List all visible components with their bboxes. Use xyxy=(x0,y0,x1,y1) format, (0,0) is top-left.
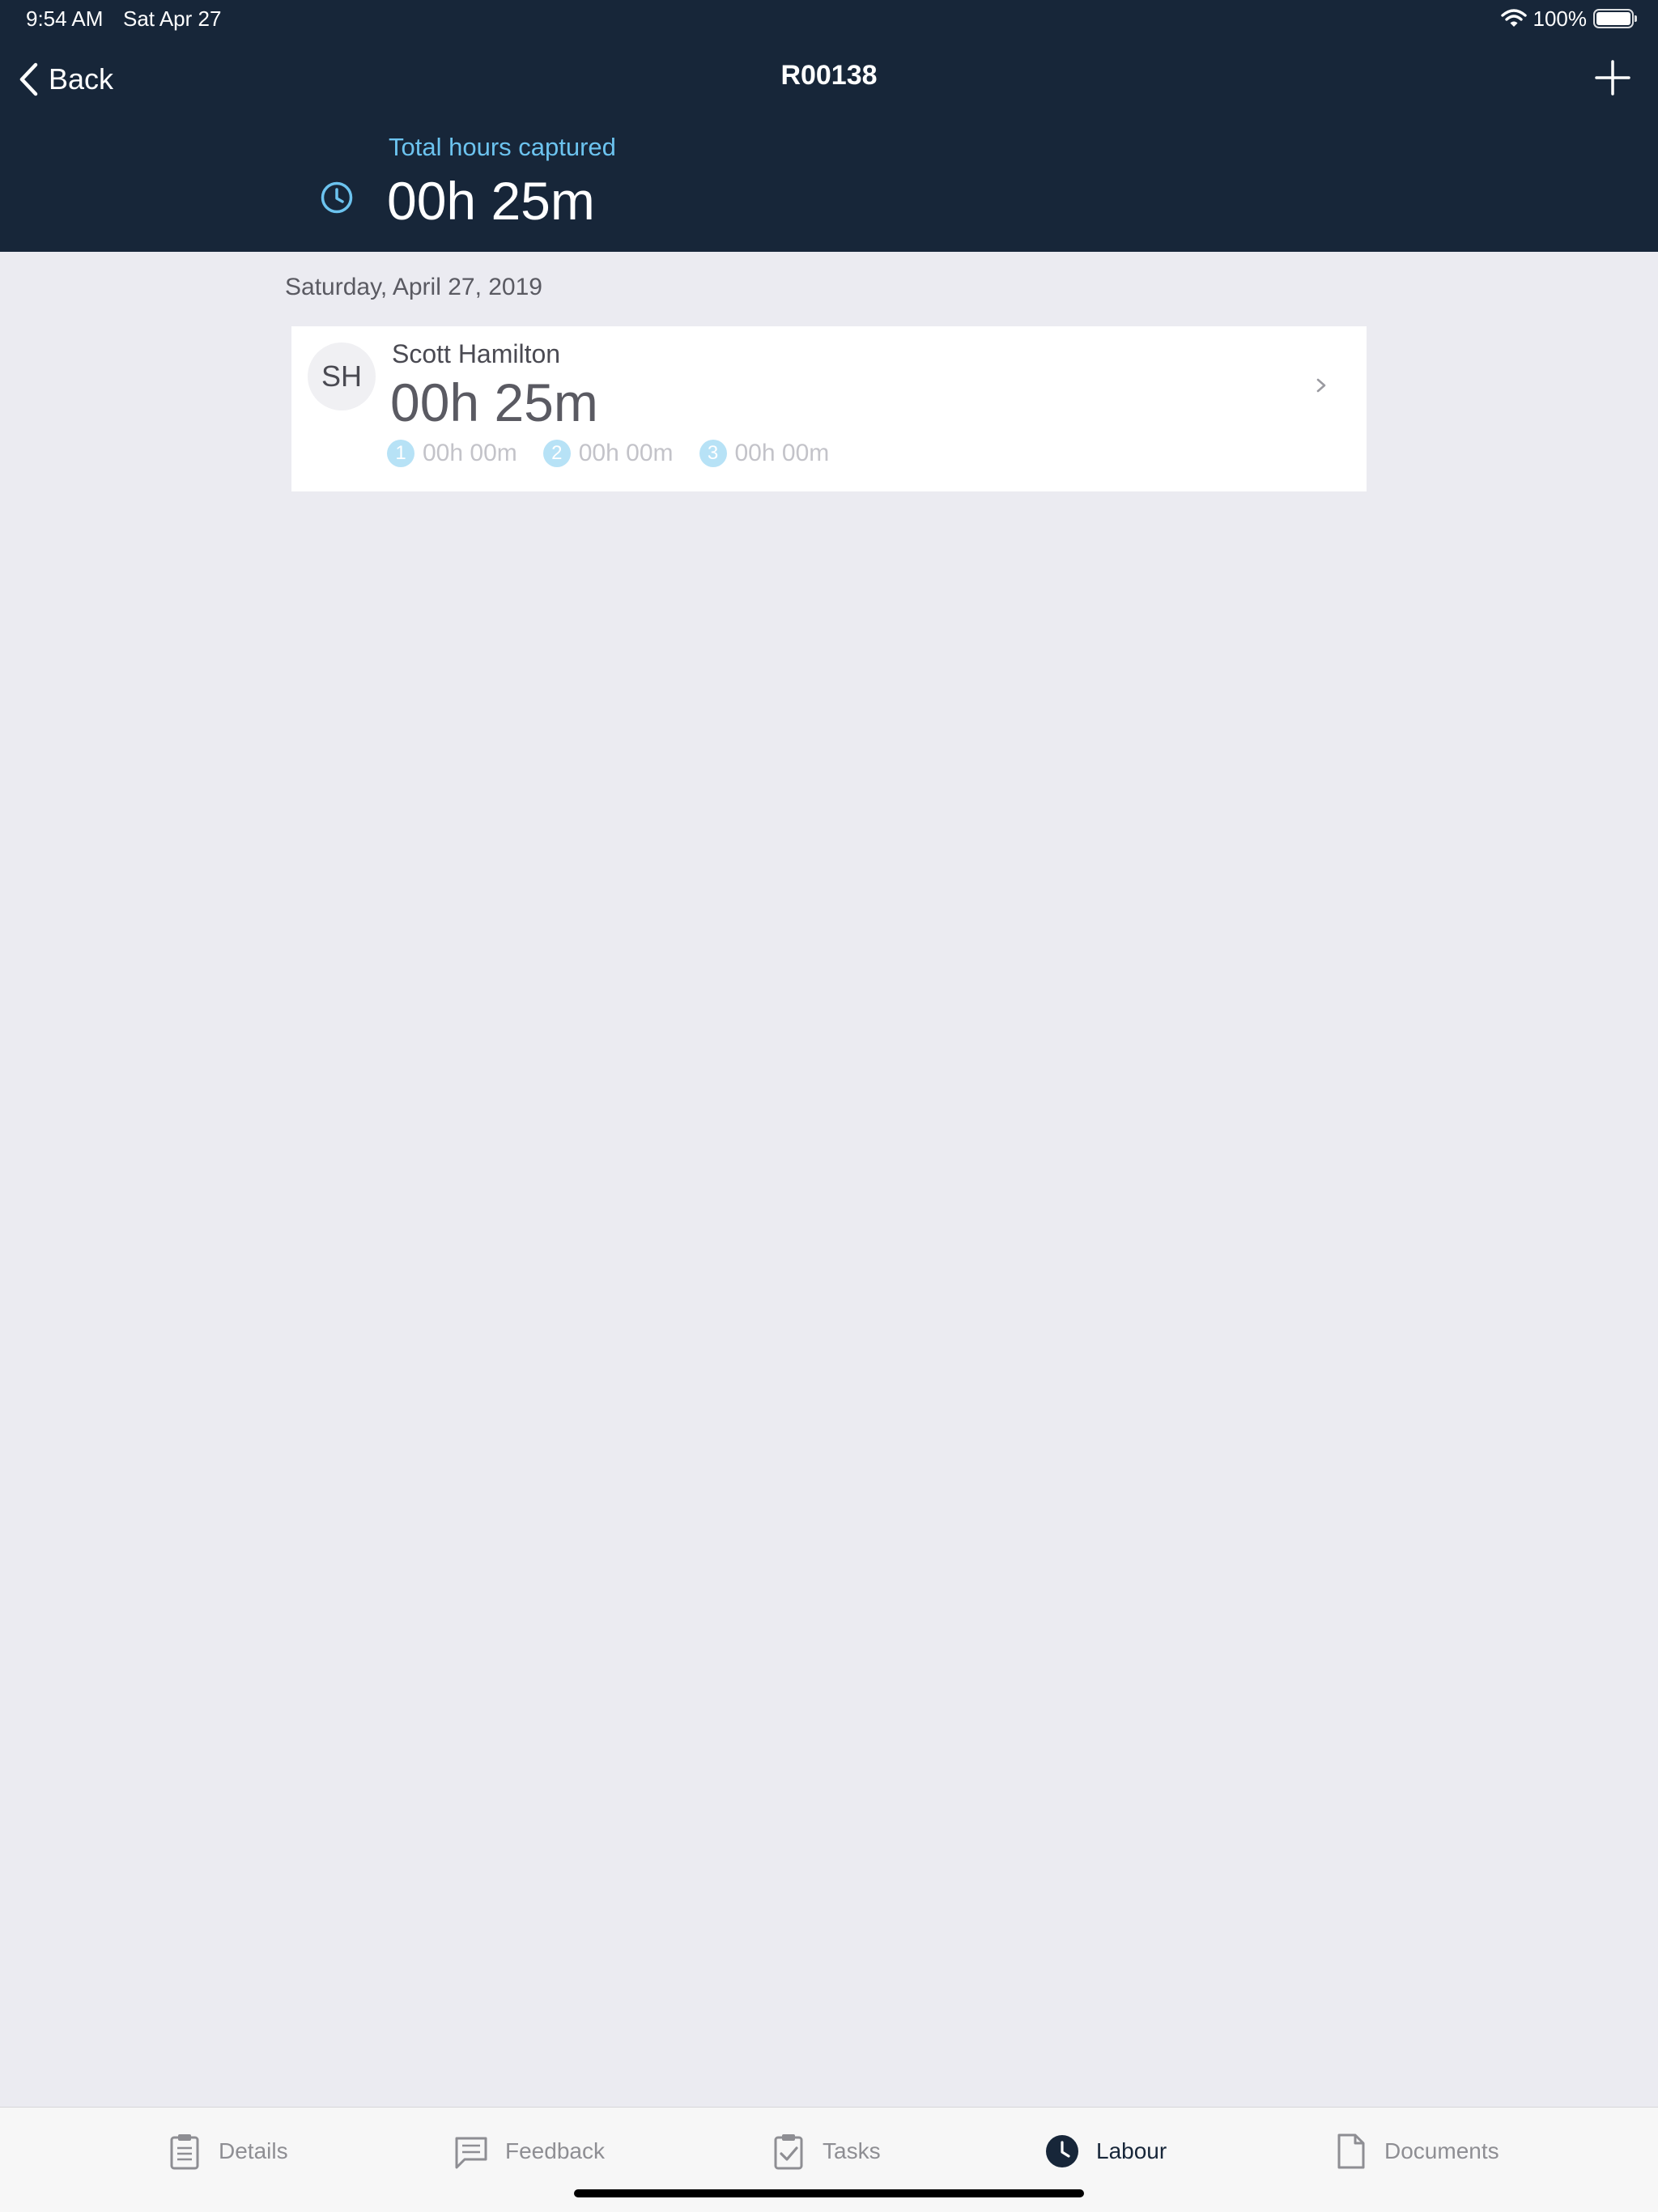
breakdown-badge: 1 xyxy=(387,440,414,467)
tab-label: Details xyxy=(219,2138,288,2163)
tab-feedback[interactable]: Feedback xyxy=(453,2129,605,2174)
status-bar: 9:54 AM Sat Apr 27 100% xyxy=(0,0,1658,39)
breakdown-badge: 3 xyxy=(699,440,727,467)
hours-breakdown: 1 00h 00m 2 00h 00m 3 00h 00m xyxy=(387,440,829,467)
tab-documents[interactable]: Documents xyxy=(1333,2129,1499,2174)
status-indicators: 100% xyxy=(1500,5,1637,32)
chat-icon xyxy=(455,2137,487,2169)
worker-hours: 00h 25m xyxy=(390,372,598,432)
breakdown-value: 00h 00m xyxy=(578,440,674,466)
breakdown-value: 00h 00m xyxy=(734,440,830,466)
tab-tasks[interactable]: Tasks xyxy=(771,2129,881,2174)
tab-label: Tasks xyxy=(823,2138,881,2163)
battery-percent: 100% xyxy=(1533,6,1588,31)
page-title: R00138 xyxy=(780,60,878,91)
date-section-header: Saturday, April 27, 2019 xyxy=(285,274,542,300)
add-button[interactable] xyxy=(1592,57,1634,99)
battery-icon xyxy=(1593,9,1637,28)
clock-icon xyxy=(321,181,353,214)
tab-details[interactable]: Details xyxy=(167,2129,288,2174)
labour-entry-card[interactable]: SH Scott Hamilton 00h 25m 1 00h 00m 2 00… xyxy=(291,326,1367,491)
tab-label: Labour xyxy=(1096,2138,1167,2163)
wifi-icon xyxy=(1500,9,1527,27)
status-date: Sat Apr 27 xyxy=(123,6,222,31)
header: 9:54 AM Sat Apr 27 100% Back R00138 Tota… xyxy=(0,0,1658,252)
tab-labour[interactable]: Labour xyxy=(1044,2129,1167,2174)
chevron-right-icon xyxy=(1316,378,1326,393)
breakdown-value: 00h 00m xyxy=(423,440,517,466)
breakdown-item: 1 00h 00m xyxy=(387,440,517,467)
checklist-icon xyxy=(774,2134,803,2170)
tab-label: Documents xyxy=(1384,2138,1499,2163)
breakdown-badge: 2 xyxy=(542,440,571,467)
clock-icon xyxy=(1046,2135,1078,2167)
clipboard-icon xyxy=(170,2134,199,2170)
avatar: SH xyxy=(308,342,376,410)
total-hours-value: 00h 25m xyxy=(387,171,595,231)
total-hours-label: Total hours captured xyxy=(389,133,616,161)
breakdown-item: 3 00h 00m xyxy=(699,440,830,467)
document-icon xyxy=(1337,2133,1365,2169)
worker-name: Scott Hamilton xyxy=(392,339,561,368)
home-indicator xyxy=(574,2189,1084,2197)
status-time: 9:54 AM xyxy=(26,6,104,31)
tab-label: Feedback xyxy=(505,2138,605,2163)
breakdown-item: 2 00h 00m xyxy=(542,440,674,467)
